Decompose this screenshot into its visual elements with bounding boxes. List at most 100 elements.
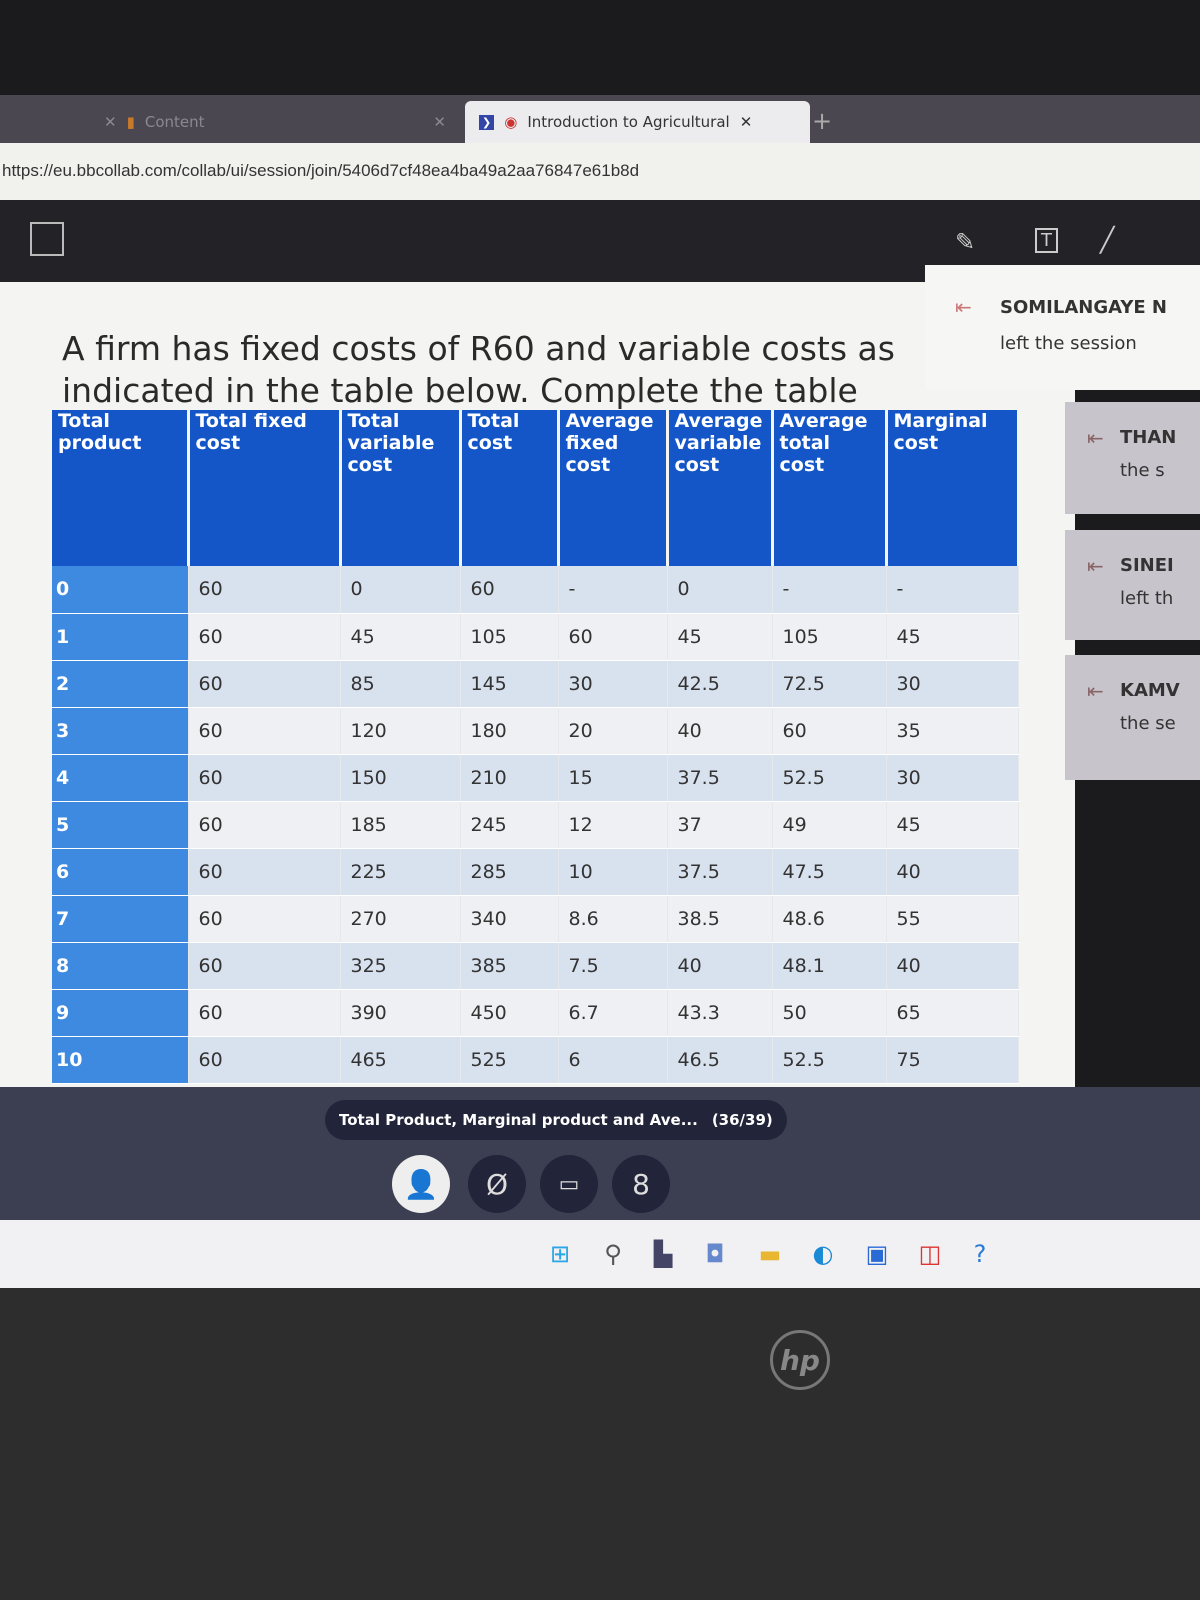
table-cell: 60 xyxy=(188,566,341,614)
text-tool-icon[interactable]: T xyxy=(1035,228,1058,253)
tab-introduction[interactable]: ❯ ◉ Introduction to Agricultural ✕ xyxy=(465,101,810,143)
camera-off-icon[interactable]: ▭ xyxy=(540,1155,598,1213)
column-header: Average variable cost xyxy=(667,410,774,566)
hp-logo: hp xyxy=(770,1330,830,1390)
table-row: 3 60 120 180 20 40 60 35 xyxy=(52,707,1019,755)
notification-leave: THAN the s ⇤ xyxy=(1065,402,1200,514)
table-cell: 52.5 xyxy=(772,1036,887,1084)
table-cell: 60 xyxy=(188,895,341,943)
search-icon[interactable]: ⚲ xyxy=(598,1240,628,1270)
table-cell: - xyxy=(772,566,887,614)
tab-content[interactable]: ✕ ▮ Content ✕ xyxy=(90,101,460,143)
fullscreen-icon[interactable] xyxy=(30,222,64,256)
table-cell: 46.5 xyxy=(667,1036,773,1084)
task-view-icon[interactable]: ▙ xyxy=(648,1240,678,1270)
table-cell: 30 xyxy=(886,754,1019,802)
table-row: 0 60 0 60-0- - xyxy=(52,566,1019,614)
table-cell: 40 xyxy=(667,707,773,755)
table-cell: 15 xyxy=(558,754,668,802)
table-cell: 245 xyxy=(460,801,559,849)
table-row: 8 60 325 385 7.5 40 48.1 40 xyxy=(52,942,1019,990)
store-icon[interactable]: ▣ xyxy=(862,1240,892,1270)
table-cell: 37.5 xyxy=(667,848,773,896)
new-tab-button[interactable]: + xyxy=(812,107,832,135)
pen-icon[interactable]: ✎ xyxy=(955,228,975,256)
table-cell: 9 xyxy=(52,989,189,1037)
table-cell: 42.5 xyxy=(667,660,773,708)
table-cell: 45 xyxy=(667,613,773,661)
microphone-off-icon[interactable]: Ø xyxy=(468,1155,526,1213)
table-row: 10 60 465 525 6 46.5 52.5 75 xyxy=(52,1036,1019,1084)
table-cell: 7 xyxy=(52,895,189,943)
mcafee-icon[interactable]: ◫ xyxy=(915,1240,945,1270)
column-header: Marginal cost xyxy=(886,410,1020,566)
notification-leave: SINEI left th ⇤ xyxy=(1065,530,1200,640)
table-cell: 45 xyxy=(340,613,461,661)
table-cell: 7.5 xyxy=(558,942,668,990)
table-cell: 105 xyxy=(460,613,559,661)
table-cell: 48.1 xyxy=(772,942,887,990)
edge-browser-icon[interactable]: ◐ xyxy=(808,1240,838,1270)
table-cell: 270 xyxy=(340,895,461,943)
column-header: Average fixed cost xyxy=(558,410,669,566)
raise-hand-icon[interactable]: 8 xyxy=(612,1155,670,1213)
table-cell: 40 xyxy=(667,942,773,990)
column-header: Average total cost xyxy=(772,410,888,566)
record-icon: ◉ xyxy=(504,113,518,131)
slide-title-pill[interactable]: Total Product, Marginal product and Ave.… xyxy=(325,1100,787,1140)
close-tab-icon[interactable]: ✕ xyxy=(740,113,753,131)
table-cell: 0 xyxy=(667,566,773,614)
table-cell: 6 xyxy=(52,848,189,896)
question-text: A firm has fixed costs of R60 and variab… xyxy=(62,329,895,410)
line-tool-icon[interactable]: ╱ xyxy=(1100,226,1114,254)
table-row: 5 60 185 245 12 37 49 45 xyxy=(52,801,1019,849)
table-cell: 225 xyxy=(340,848,461,896)
avatar[interactable]: 👤 xyxy=(392,1155,450,1213)
table-cell: 180 xyxy=(460,707,559,755)
exit-icon: ⇤ xyxy=(1087,426,1104,450)
table-cell: 0 xyxy=(52,566,189,614)
table-row: 1 60 45 105 60 45 105 45 xyxy=(52,613,1019,661)
table-cell: 37 xyxy=(667,801,773,849)
address-bar[interactable]: https://eu.bbcollab.com/collab/ui/sessio… xyxy=(0,143,1200,200)
table-cell: 6 xyxy=(558,1036,668,1084)
table-cell: 40 xyxy=(886,848,1019,896)
notification-leave: ⇤ SOMILANGAYE N left the session xyxy=(925,265,1200,390)
table-cell: 390 xyxy=(340,989,461,1037)
table-row: 7 60 270 340 8.6 38.5 48.6 55 xyxy=(52,895,1019,943)
content-tab-icon: ▮ xyxy=(126,113,135,131)
table-cell: 45 xyxy=(886,613,1019,661)
table-cell: 340 xyxy=(460,895,559,943)
table-cell: 60 xyxy=(188,660,341,708)
table-cell: - xyxy=(886,566,1019,614)
table-cell: 52.5 xyxy=(772,754,887,802)
table-cell: 0 xyxy=(340,566,461,614)
table-cell: 120 xyxy=(340,707,461,755)
table-row: 9 60 390 450 6.7 43.3 50 65 xyxy=(52,989,1019,1037)
table-cell: 2 xyxy=(52,660,189,708)
table-cell: 43.3 xyxy=(667,989,773,1037)
laptop-body xyxy=(0,1288,1200,1600)
exit-icon: ⇤ xyxy=(955,295,972,319)
close-icon[interactable]: ✕ xyxy=(104,113,117,131)
table-cell: 465 xyxy=(340,1036,461,1084)
close-tab-icon[interactable]: ✕ xyxy=(433,113,446,131)
windows-start-icon[interactable]: ⊞ xyxy=(545,1240,575,1270)
teams-chat-icon[interactable]: ◘ xyxy=(700,1240,730,1270)
table-cell: 40 xyxy=(886,942,1019,990)
table-cell: 49 xyxy=(772,801,887,849)
help-icon[interactable]: ? xyxy=(965,1240,995,1270)
table-cell: 37.5 xyxy=(667,754,773,802)
table-cell: 60 xyxy=(558,613,668,661)
table-cell: 60 xyxy=(188,754,341,802)
exit-icon: ⇤ xyxy=(1087,679,1104,703)
table-cell: 145 xyxy=(460,660,559,708)
table-cell: 50 xyxy=(772,989,887,1037)
file-explorer-icon[interactable]: ▬ xyxy=(755,1240,785,1270)
column-header: Total cost xyxy=(460,410,560,566)
table-cell: 45 xyxy=(886,801,1019,849)
table-cell: 60 xyxy=(772,707,887,755)
column-header: Total fixed cost xyxy=(188,410,342,566)
table-cell: 450 xyxy=(460,989,559,1037)
collab-icon: ❯ xyxy=(479,114,495,130)
